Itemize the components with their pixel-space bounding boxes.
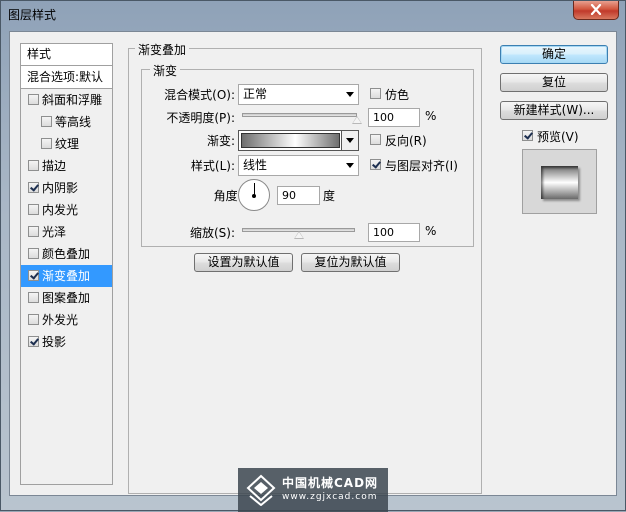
blend-mode-value: 正常 bbox=[243, 87, 268, 101]
style-list-label: 图案叠加 bbox=[42, 291, 91, 305]
scale-input[interactable]: 100 bbox=[368, 223, 420, 242]
preview-checkbox-box[interactable] bbox=[522, 130, 533, 141]
gradient-label: 渐变: bbox=[206, 134, 235, 148]
reverse-checkbox-box[interactable] bbox=[370, 134, 381, 145]
make-default-button[interactable]: 设置为默认值 bbox=[194, 253, 293, 272]
chevron-down-icon bbox=[346, 92, 354, 97]
style-list-item[interactable]: 光泽 bbox=[21, 221, 112, 243]
gradient-preview[interactable] bbox=[241, 133, 340, 148]
style-list-item[interactable]: 内发光 bbox=[21, 199, 112, 221]
angle-input[interactable]: 90 bbox=[277, 186, 320, 205]
scale-percent: % bbox=[425, 224, 437, 238]
style-list-item[interactable]: 等高线 bbox=[21, 111, 112, 133]
style-list-item[interactable]: 投影 bbox=[21, 331, 112, 353]
opacity-percent: % bbox=[425, 109, 437, 123]
gradient-picker[interactable] bbox=[238, 130, 359, 151]
style-list-item[interactable]: 描边 bbox=[21, 155, 112, 177]
close-button[interactable] bbox=[573, 1, 619, 20]
gradient-style-value: 线性 bbox=[243, 158, 268, 172]
style-list-checkbox[interactable] bbox=[28, 182, 39, 193]
style-label: 样式(L): bbox=[190, 159, 235, 173]
style-list-item[interactable]: 内阴影 bbox=[21, 177, 112, 199]
style-list-item[interactable]: 斜面和浮雕 bbox=[21, 89, 112, 111]
style-list-checkbox[interactable] bbox=[28, 336, 39, 347]
watermark-logo-icon bbox=[246, 474, 276, 506]
dither-checkbox-box[interactable] bbox=[370, 88, 381, 99]
blend-mode-label: 混合模式(O): bbox=[164, 88, 235, 102]
style-list-label: 外发光 bbox=[42, 313, 79, 327]
opacity-input[interactable]: 100 bbox=[368, 108, 420, 127]
styles-header[interactable]: 样式 bbox=[21, 44, 112, 66]
style-list-label: 光泽 bbox=[42, 225, 67, 239]
preview-label: 预览(V) bbox=[537, 130, 579, 144]
layer-style-dialog: 图层样式 样式 混合选项:默认 斜面和浮雕等高线纹理描边内阴影内发光光泽颜色叠加… bbox=[0, 0, 626, 512]
style-list-item[interactable]: 颜色叠加 bbox=[21, 243, 112, 265]
style-list-item[interactable]: 图案叠加 bbox=[21, 287, 112, 309]
style-list-label: 投影 bbox=[42, 335, 67, 349]
reset-to-default-button[interactable]: 复位为默认值 bbox=[301, 253, 400, 272]
angle-center-dot bbox=[252, 194, 256, 198]
style-list-checkbox[interactable] bbox=[28, 248, 39, 259]
style-list-label: 描边 bbox=[42, 159, 67, 173]
close-icon bbox=[590, 4, 602, 15]
watermark-url: www.zgjxcad.com bbox=[282, 492, 378, 502]
style-list-checkbox[interactable] bbox=[28, 292, 39, 303]
watermark-title: 中国机械CAD网 bbox=[282, 476, 379, 490]
style-list-item[interactable]: 渐变叠加 bbox=[21, 265, 112, 287]
watermark: 中国机械CAD网 www.zgjxcad.com bbox=[238, 468, 388, 512]
style-list-checkbox[interactable] bbox=[41, 116, 52, 127]
style-list-checkbox[interactable] bbox=[28, 204, 39, 215]
scale-slider-thumb[interactable] bbox=[293, 231, 304, 239]
title-bar[interactable]: 图层样式 bbox=[1, 1, 625, 27]
reset-button[interactable]: 复位 bbox=[500, 73, 608, 92]
style-list-label: 内阴影 bbox=[42, 181, 79, 195]
style-list-label: 渐变叠加 bbox=[42, 269, 91, 283]
style-list-checkbox[interactable] bbox=[28, 226, 39, 237]
gradient-dropdown-button[interactable] bbox=[341, 131, 358, 150]
gradient-subgroup-title: 渐变 bbox=[150, 62, 181, 79]
dialog-client-area: 样式 混合选项:默认 斜面和浮雕 等高线 纹理 描边 内阴影 内发光 光泽 颜色叠加 渐变叠加图… bbox=[9, 31, 617, 496]
opacity-slider[interactable] bbox=[242, 113, 357, 117]
dither-label: 仿色 bbox=[385, 88, 410, 102]
style-preview bbox=[522, 149, 597, 214]
angle-dial[interactable] bbox=[238, 179, 270, 211]
style-list-checkbox[interactable] bbox=[28, 94, 39, 105]
style-list-checkbox[interactable] bbox=[28, 160, 39, 171]
style-list-label: 等高线 bbox=[55, 115, 92, 129]
style-list-label: 内发光 bbox=[42, 203, 79, 217]
chevron-down-icon bbox=[346, 163, 354, 168]
new-style-button[interactable]: 新建样式(W)... bbox=[500, 101, 608, 120]
gradient-style-select[interactable]: 线性 bbox=[238, 155, 359, 176]
styles-list: 样式 混合选项:默认 斜面和浮雕等高线纹理描边内阴影内发光光泽颜色叠加渐变叠加图… bbox=[20, 43, 113, 485]
opacity-label: 不透明度(P): bbox=[166, 111, 235, 125]
style-list-item[interactable]: 外发光 bbox=[21, 309, 112, 331]
style-list-checkbox[interactable] bbox=[28, 270, 39, 281]
angle-degree-unit: 度 bbox=[323, 189, 336, 203]
style-list-label: 纹理 bbox=[55, 137, 80, 151]
reverse-label: 反向(R) bbox=[385, 134, 427, 148]
window-title: 图层样式 bbox=[8, 8, 57, 22]
gradient-overlay-group: 渐变叠加 渐变 混合模式(O): 正常 仿色 不透明度(P): 100 % 渐变… bbox=[128, 41, 482, 494]
style-list-item[interactable]: 纹理 bbox=[21, 133, 112, 155]
blending-options-item[interactable]: 混合选项:默认 bbox=[21, 66, 112, 89]
blend-mode-select[interactable]: 正常 bbox=[238, 84, 359, 105]
ok-button[interactable]: 确定 bbox=[500, 45, 608, 64]
preview-swatch bbox=[541, 166, 578, 199]
style-list-checkbox[interactable] bbox=[28, 314, 39, 325]
gradient-subgroup: 渐变 混合模式(O): 正常 仿色 不透明度(P): 100 % 渐变: 反向(… bbox=[141, 62, 474, 247]
style-list-checkbox[interactable] bbox=[41, 138, 52, 149]
opacity-slider-thumb[interactable] bbox=[352, 116, 362, 124]
scale-label: 缩放(S): bbox=[189, 226, 235, 240]
align-checkbox-box[interactable] bbox=[370, 159, 381, 170]
align-label: 与图层对齐(I) bbox=[385, 159, 458, 173]
style-list-label: 颜色叠加 bbox=[42, 247, 91, 261]
gradient-overlay-title: 渐变叠加 bbox=[135, 41, 190, 58]
style-list-label: 斜面和浮雕 bbox=[42, 93, 103, 107]
